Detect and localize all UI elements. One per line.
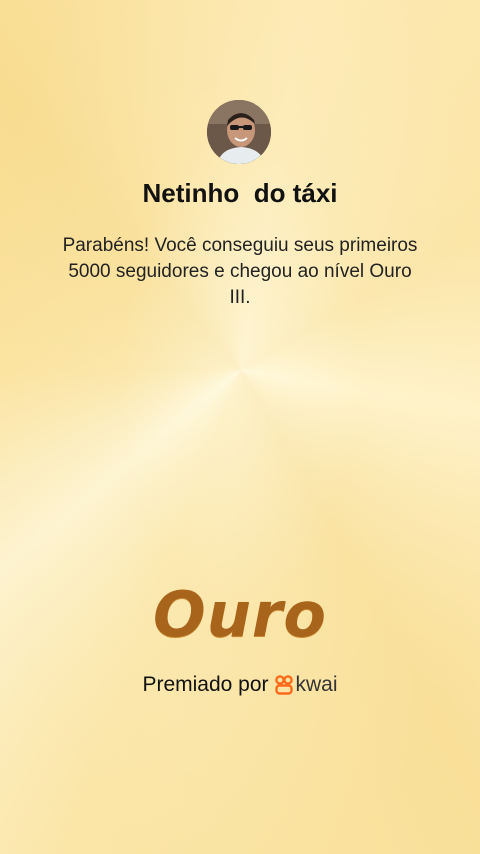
congratulations-message: Parabéns! Você conseguiu seus primeiros … [62, 235, 418, 308]
awarded-by-label: Premiado por [142, 673, 269, 696]
awarded-by-row: Premiado por kwai [0, 673, 480, 697]
user-avatar-icon [207, 100, 271, 164]
avatar [207, 100, 271, 164]
level-badge-title: Ouro [152, 578, 327, 651]
kwai-logo-icon [274, 675, 293, 695]
profile-name: Netinho do táxi [142, 178, 338, 208]
kwai-brand-name: kwai [295, 673, 338, 696]
kwai-brand: kwai [274, 673, 338, 697]
